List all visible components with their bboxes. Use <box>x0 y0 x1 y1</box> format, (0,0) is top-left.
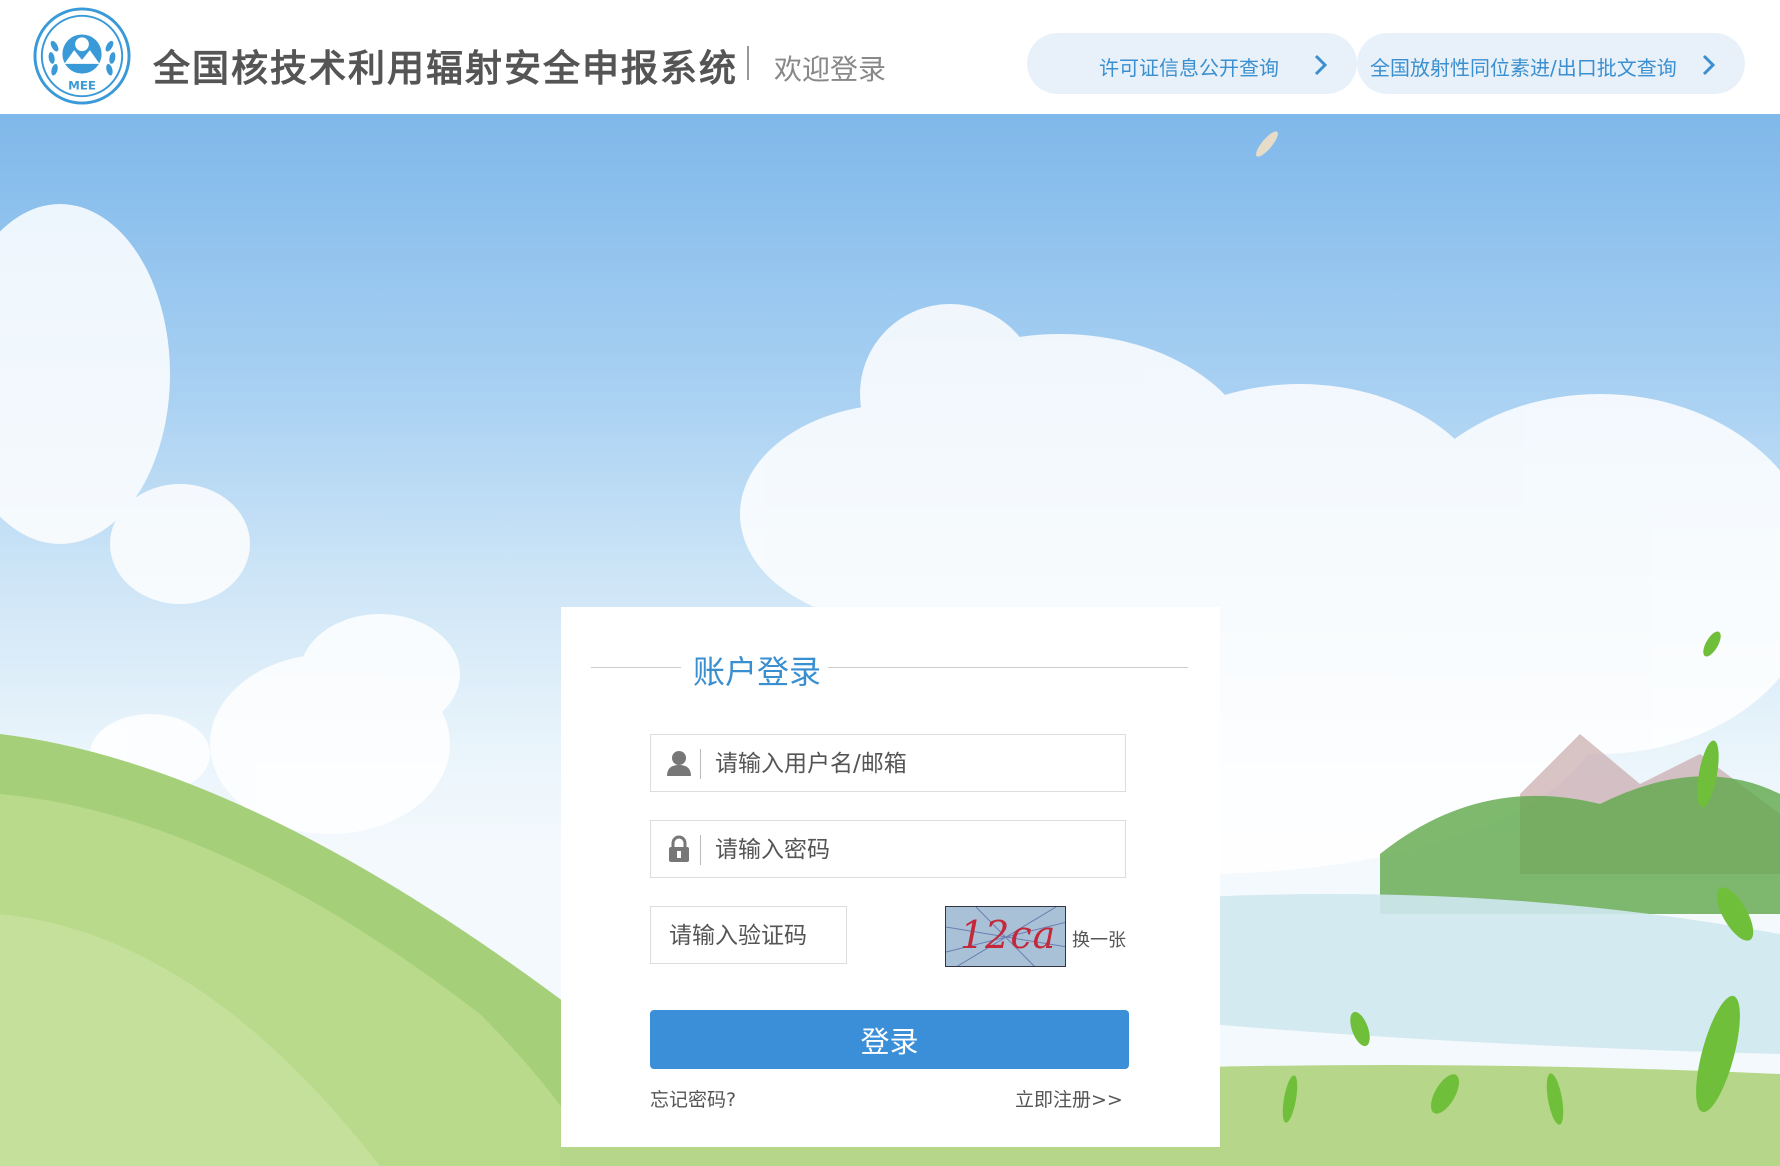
login-button[interactable]: 登录 <box>650 1010 1129 1069</box>
title-divider <box>747 46 749 80</box>
mee-logo: MEE <box>33 7 131 105</box>
license-query-label: 许可证信息公开查询 <box>1099 56 1279 80</box>
login-title: 账户登录 <box>693 653 822 691</box>
site-title: 全国核技术利用辐射安全申报系统 <box>153 47 738 90</box>
field-divider <box>700 835 701 865</box>
forgot-password-link[interactable]: 忘记密码? <box>650 1085 736 1112</box>
isotope-query-link[interactable]: 全国放射性同位素进/出口批文查询 <box>1357 33 1745 94</box>
username-input[interactable] <box>713 741 1117 787</box>
captcha-text: 12ca <box>960 913 1057 957</box>
captcha-input[interactable] <box>667 913 841 959</box>
register-link[interactable]: 立即注册>> <box>1015 1085 1123 1112</box>
chevron-right-icon <box>1702 54 1716 76</box>
chevron-right-icon <box>1314 54 1328 76</box>
password-input[interactable] <box>713 827 1117 873</box>
svg-text:MEE: MEE <box>68 78 96 92</box>
login-card: 账户登录 12ca 换一张 登录 忘记密码? 立即注册>> <box>561 607 1220 1147</box>
username-field[interactable] <box>650 734 1126 792</box>
license-query-link[interactable]: 许可证信息公开查询 <box>1027 33 1357 94</box>
lock-icon <box>669 835 689 862</box>
welcome-text: 欢迎登录 <box>774 53 887 86</box>
password-field[interactable] <box>650 820 1126 878</box>
user-icon <box>667 751 691 776</box>
isotope-query-label: 全国放射性同位素进/出口批文查询 <box>1370 56 1677 80</box>
title-divider-right <box>828 667 1188 668</box>
captcha-field[interactable] <box>650 906 847 964</box>
title-divider-left <box>591 667 681 668</box>
header: MEE 全国核技术利用辐射安全申报系统 欢迎登录 许可证信息公开查询 全国放射性… <box>0 0 1780 114</box>
field-divider <box>700 749 701 779</box>
captcha-image[interactable]: 12ca <box>945 906 1066 967</box>
refresh-captcha-link[interactable]: 换一张 <box>1072 926 1126 952</box>
